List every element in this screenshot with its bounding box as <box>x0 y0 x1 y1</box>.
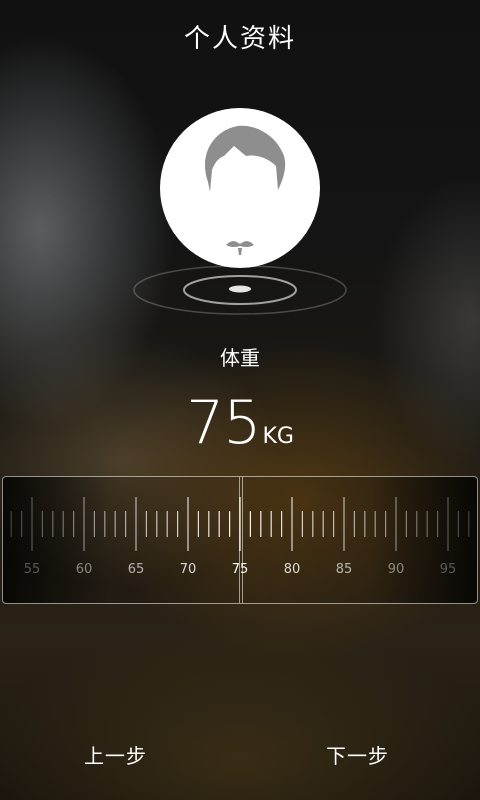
weight-display: 75KG <box>0 388 480 458</box>
next-step-button[interactable]: 下一步 <box>326 740 389 769</box>
page-title: 个人资料 <box>183 24 296 54</box>
ruler-label: 90 <box>388 562 405 577</box>
ruler-label: 55 <box>24 562 41 577</box>
weight-value: 75 <box>186 388 261 458</box>
male-avatar-icon <box>204 125 286 255</box>
ruler-label: 95 <box>440 562 457 577</box>
ruler-center-indicator <box>239 477 243 603</box>
previous-step-button[interactable]: 上一步 <box>84 740 147 769</box>
ruler-label: 65 <box>128 562 145 577</box>
weight-ruler-slider[interactable]: 55 60 65 70 75 80 85 90 95 <box>2 476 478 604</box>
ruler-label: 85 <box>336 562 353 577</box>
avatar-pedestal-rings <box>133 265 347 315</box>
field-label: 体重 <box>220 346 260 370</box>
avatar[interactable] <box>160 108 320 268</box>
ruler-label: 60 <box>76 562 93 577</box>
weight-unit: KG <box>262 424 294 449</box>
ruler-label: 70 <box>180 562 197 577</box>
ruler-label: 80 <box>284 562 301 577</box>
